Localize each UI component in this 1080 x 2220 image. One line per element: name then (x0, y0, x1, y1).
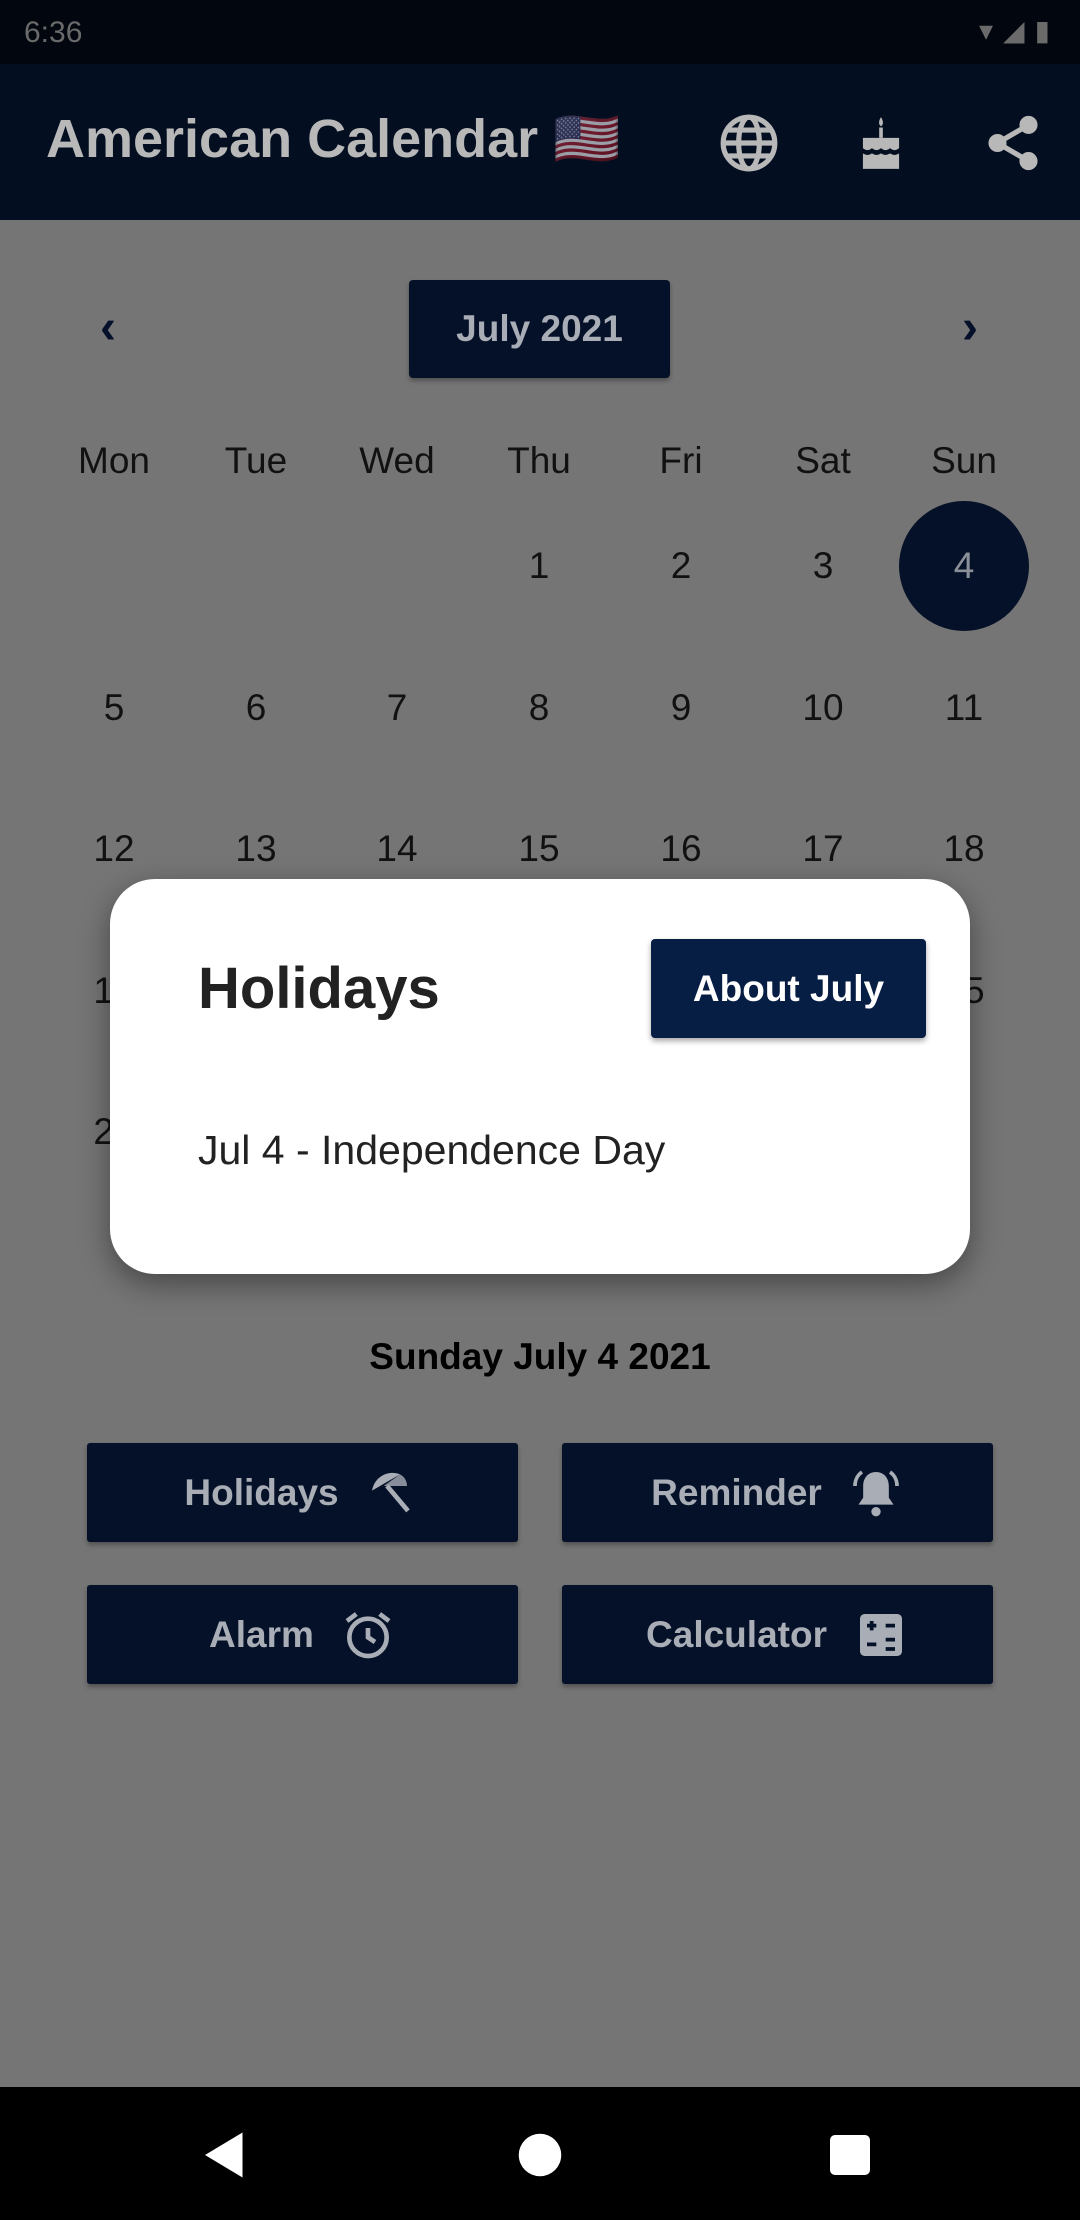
us-flag-icon: 🇺🇸 (553, 109, 621, 169)
share-icon[interactable] (982, 112, 1044, 174)
alarm-button-label: Alarm (209, 1613, 314, 1655)
system-navigation-bar (0, 2087, 1080, 2220)
weekday-sat: Sat (795, 440, 851, 481)
recents-icon[interactable] (820, 2125, 880, 2185)
month-navigation: ‹ July 2021 › (0, 280, 1080, 378)
app-bar: American Calendar 🇺🇸 (0, 64, 1080, 220)
holidays-button[interactable]: Holidays (87, 1443, 518, 1542)
weekday-wed: Wed (359, 440, 435, 481)
dialog-title: Holidays (198, 956, 440, 1021)
weekday-sun: Sun (931, 440, 997, 481)
back-icon[interactable] (195, 2125, 255, 2185)
calendar-day[interactable]: 9 (616, 643, 746, 773)
status-icons: ▾◢▮ (979, 15, 1060, 46)
next-month-chevron-icon[interactable]: › (940, 300, 1000, 355)
calculator-button[interactable]: Calculator (562, 1585, 993, 1684)
holidays-button-label: Holidays (184, 1471, 339, 1513)
app-title-text: American Calendar (46, 109, 539, 169)
calendar-day[interactable]: 5 (49, 643, 179, 773)
calendar-day[interactable]: 8 (474, 643, 604, 773)
status-bar: 6:36 ▾◢▮ (0, 0, 1080, 64)
selected-date-label: Sunday July 4 2021 (369, 1336, 711, 1377)
about-july-button[interactable]: About July (651, 939, 926, 1038)
alarm-button[interactable]: Alarm (87, 1585, 518, 1684)
holiday-list-item: Jul 4 - Independence Day (198, 1127, 666, 1173)
calculator-icon (859, 1613, 902, 1656)
holidays-dialog: Holidays About July Jul 4 - Independence… (110, 879, 970, 1274)
calendar-day[interactable]: 10 (758, 643, 888, 773)
birthday-cake-icon[interactable] (850, 112, 912, 174)
calendar-day[interactable]: 1 (474, 501, 604, 631)
weekday-fri: Fri (659, 440, 703, 481)
bell-icon (852, 1469, 899, 1516)
calendar-day[interactable]: 3 (758, 501, 888, 631)
previous-month-chevron-icon[interactable]: ‹ (78, 300, 138, 355)
calendar-day[interactable]: 11 (899, 643, 1029, 773)
alarm-clock-icon (345, 1611, 391, 1658)
calendar-day[interactable]: 4 (899, 501, 1029, 631)
globe-icon[interactable] (718, 112, 780, 174)
home-icon[interactable] (510, 2125, 570, 2185)
weekday-thu: Thu (507, 440, 571, 481)
weekday-tue: Tue (224, 440, 288, 481)
month-picker-button[interactable]: July 2021 (409, 280, 670, 378)
weekday-mon: Mon (78, 440, 150, 481)
status-time: 6:36 (24, 16, 83, 49)
reminder-button[interactable]: Reminder (562, 1443, 993, 1542)
beach-umbrella-icon (371, 1472, 410, 1512)
reminder-button-label: Reminder (651, 1471, 822, 1513)
calendar-day[interactable]: 2 (616, 501, 746, 631)
app-title: American Calendar 🇺🇸 (46, 108, 620, 171)
calculator-button-label: Calculator (646, 1613, 827, 1655)
calendar-day[interactable]: 7 (332, 643, 462, 773)
calendar-day[interactable]: 6 (191, 643, 321, 773)
